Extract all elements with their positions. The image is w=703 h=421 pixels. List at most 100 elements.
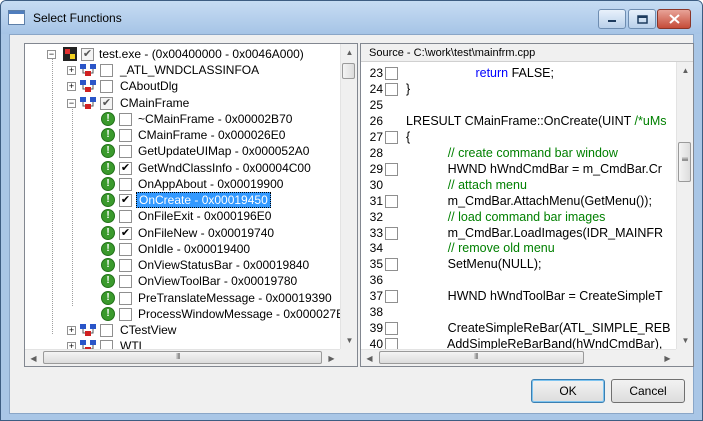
breakpoint-checkbox[interactable]	[385, 290, 398, 304]
scroll-right-icon[interactable]: ▶	[323, 350, 340, 366]
title-bar[interactable]: Select Functions	[1, 1, 702, 34]
source-horizontal-scrollbar[interactable]: ◀ III ▶	[361, 349, 676, 366]
function-tree[interactable]: − ✔ test.exe - (0x00400000 - 0x0046A000)…	[24, 43, 358, 367]
tree-class-row[interactable]: + _ATL_WNDCLASSINFOA	[25, 62, 339, 78]
maximize-button[interactable]	[628, 9, 656, 29]
breakpoint-checkbox[interactable]	[385, 162, 398, 176]
code-comment: // create command bar window	[447, 145, 618, 160]
scroll-left-icon[interactable]: ◀	[361, 350, 378, 366]
tree-class-row[interactable]: + CTestView	[25, 322, 339, 338]
tree-class-label: CAboutDlg	[120, 79, 179, 94]
tree-root-row[interactable]: − ✔ test.exe - (0x00400000 - 0x0046A000)	[25, 46, 345, 62]
root-checkbox[interactable]: ✔	[81, 48, 94, 61]
code-line: 24}	[361, 81, 677, 97]
scroll-up-icon[interactable]: ▲	[341, 44, 357, 61]
close-button[interactable]	[657, 9, 691, 29]
class-checkbox[interactable]	[100, 324, 113, 337]
tree-function-row[interactable]: ! ~CMainFrame - 0x00002B70	[25, 111, 339, 127]
line-number: 37	[369, 289, 383, 304]
code-text: }	[406, 81, 410, 97]
line-number: 32	[369, 209, 383, 224]
breakpoint-checkbox[interactable]	[385, 67, 398, 80]
function-checkbox[interactable]: ✔	[119, 161, 132, 175]
function-checkbox[interactable]	[119, 177, 132, 191]
function-icon: !	[101, 176, 115, 191]
function-checkbox[interactable]	[119, 307, 132, 321]
breakpoint-checkbox[interactable]	[385, 82, 398, 96]
tree-function-row[interactable]: ! ✔ GetWndClassInfo - 0x00004C00	[25, 160, 339, 176]
scroll-up-icon[interactable]: ▲	[677, 62, 693, 79]
class-checkbox[interactable]	[100, 80, 113, 94]
class-checkbox[interactable]: ✔	[100, 96, 113, 110]
tree-function-row[interactable]: ! OnIdle - 0x00019400	[25, 241, 339, 257]
expand-icon[interactable]: +	[67, 66, 76, 75]
line-number: 27	[369, 129, 383, 144]
code-text: SetMenu(NULL);	[406, 256, 542, 272]
source-vertical-scrollbar[interactable]: ▲ III ▼	[676, 62, 693, 349]
tree-function-label: OnFileNew - 0x00019740	[138, 225, 275, 240]
cancel-button[interactable]: Cancel	[611, 379, 685, 403]
breakpoint-checkbox[interactable]	[385, 322, 398, 336]
tree-class-row[interactable]: − ✔ CMainFrame	[25, 95, 339, 111]
function-checkbox[interactable]	[119, 145, 132, 159]
tree-function-row[interactable]: ! OnAppAbout - 0x00019900	[25, 176, 339, 192]
function-checkbox[interactable]: ✔	[119, 194, 132, 207]
ok-button[interactable]: OK	[531, 379, 605, 403]
function-checkbox[interactable]	[119, 112, 132, 126]
tree-function-label: OnViewStatusBar - 0x00019840	[138, 258, 310, 272]
scroll-down-icon[interactable]: ▼	[677, 332, 693, 349]
tree-class-row[interactable]: + CAboutDlg	[25, 78, 339, 94]
breakpoint-checkbox[interactable]	[385, 194, 398, 208]
tree-function-row[interactable]: ! OnViewToolBar - 0x00019780	[25, 273, 339, 289]
scroll-thumb[interactable]: III	[379, 351, 584, 364]
expand-icon[interactable]: +	[67, 82, 76, 92]
breakpoint-checkbox[interactable]	[385, 226, 398, 240]
scroll-down-icon[interactable]: ▼	[341, 332, 357, 349]
source-view[interactable]: Source - C:\work\test\mainfrm.cpp 23 ret…	[360, 43, 694, 367]
function-checkbox[interactable]	[119, 291, 132, 305]
window-icon	[8, 10, 25, 25]
line-number: 36	[369, 273, 383, 288]
tree-function-row[interactable]: ! ✔ OnCreate - 0x00019450	[25, 192, 339, 208]
minimize-button[interactable]	[598, 9, 626, 29]
scroll-thumb[interactable]: III	[43, 351, 322, 364]
code-line: 28 // create command bar window	[361, 145, 677, 161]
tree-function-row[interactable]: ! PreTranslateMessage - 0x00019390	[25, 290, 339, 306]
tree-function-row[interactable]: ! OnFileExit - 0x000196E0	[25, 208, 339, 224]
function-icon: !	[101, 241, 115, 256]
function-checkbox[interactable]	[119, 259, 132, 272]
tree-function-label: OnFileExit - 0x000196E0	[138, 209, 272, 224]
tree-function-row[interactable]: ! CMainFrame - 0x000026E0	[25, 127, 339, 143]
breakpoint-checkbox[interactable]	[385, 258, 398, 272]
scroll-left-icon[interactable]: ◀	[25, 350, 42, 366]
code-text: // create command bar window	[406, 145, 618, 161]
breakpoint-checkbox[interactable]	[385, 130, 398, 144]
function-checkbox[interactable]	[119, 210, 132, 224]
line-number: 35	[369, 257, 383, 272]
code-comment: // remove old menu	[447, 241, 555, 256]
code-text: CreateSimpleReBar(ATL_SIMPLE_REB	[406, 320, 671, 336]
tree-function-row[interactable]: ! ✔ OnFileNew - 0x00019740	[25, 225, 339, 241]
scroll-right-icon[interactable]: ▶	[659, 350, 676, 366]
line-number: 34	[369, 241, 383, 256]
tree-function-label: GetUpdateUIMap - 0x000052A0	[138, 144, 310, 159]
function-checkbox[interactable]	[119, 275, 132, 289]
tree-function-row[interactable]: ! ProcessWindowMessage - 0x000027E0	[25, 306, 351, 322]
scroll-thumb[interactable]: III	[678, 142, 691, 182]
function-checkbox[interactable]	[119, 242, 132, 256]
scroll-thumb[interactable]	[342, 63, 355, 79]
tree-class-label: CTestView	[120, 323, 177, 337]
select-functions-dialog: Select Functions − ✔ test.exe - (0x00400…	[0, 0, 703, 421]
class-checkbox[interactable]	[100, 64, 113, 77]
tree-function-row[interactable]: ! GetUpdateUIMap - 0x000052A0	[25, 143, 339, 159]
minimize-icon	[608, 20, 616, 22]
function-checkbox[interactable]	[119, 129, 132, 142]
function-checkbox[interactable]: ✔	[119, 226, 132, 240]
tree-vertical-scrollbar[interactable]: ▲ ▼	[340, 44, 357, 349]
expand-icon[interactable]: +	[67, 326, 76, 335]
collapse-icon[interactable]: −	[67, 98, 76, 108]
tree-function-row[interactable]: ! OnViewStatusBar - 0x00019840	[25, 257, 339, 273]
collapse-icon[interactable]: −	[47, 50, 56, 59]
tree-horizontal-scrollbar[interactable]: ◀ III ▶	[25, 349, 340, 366]
